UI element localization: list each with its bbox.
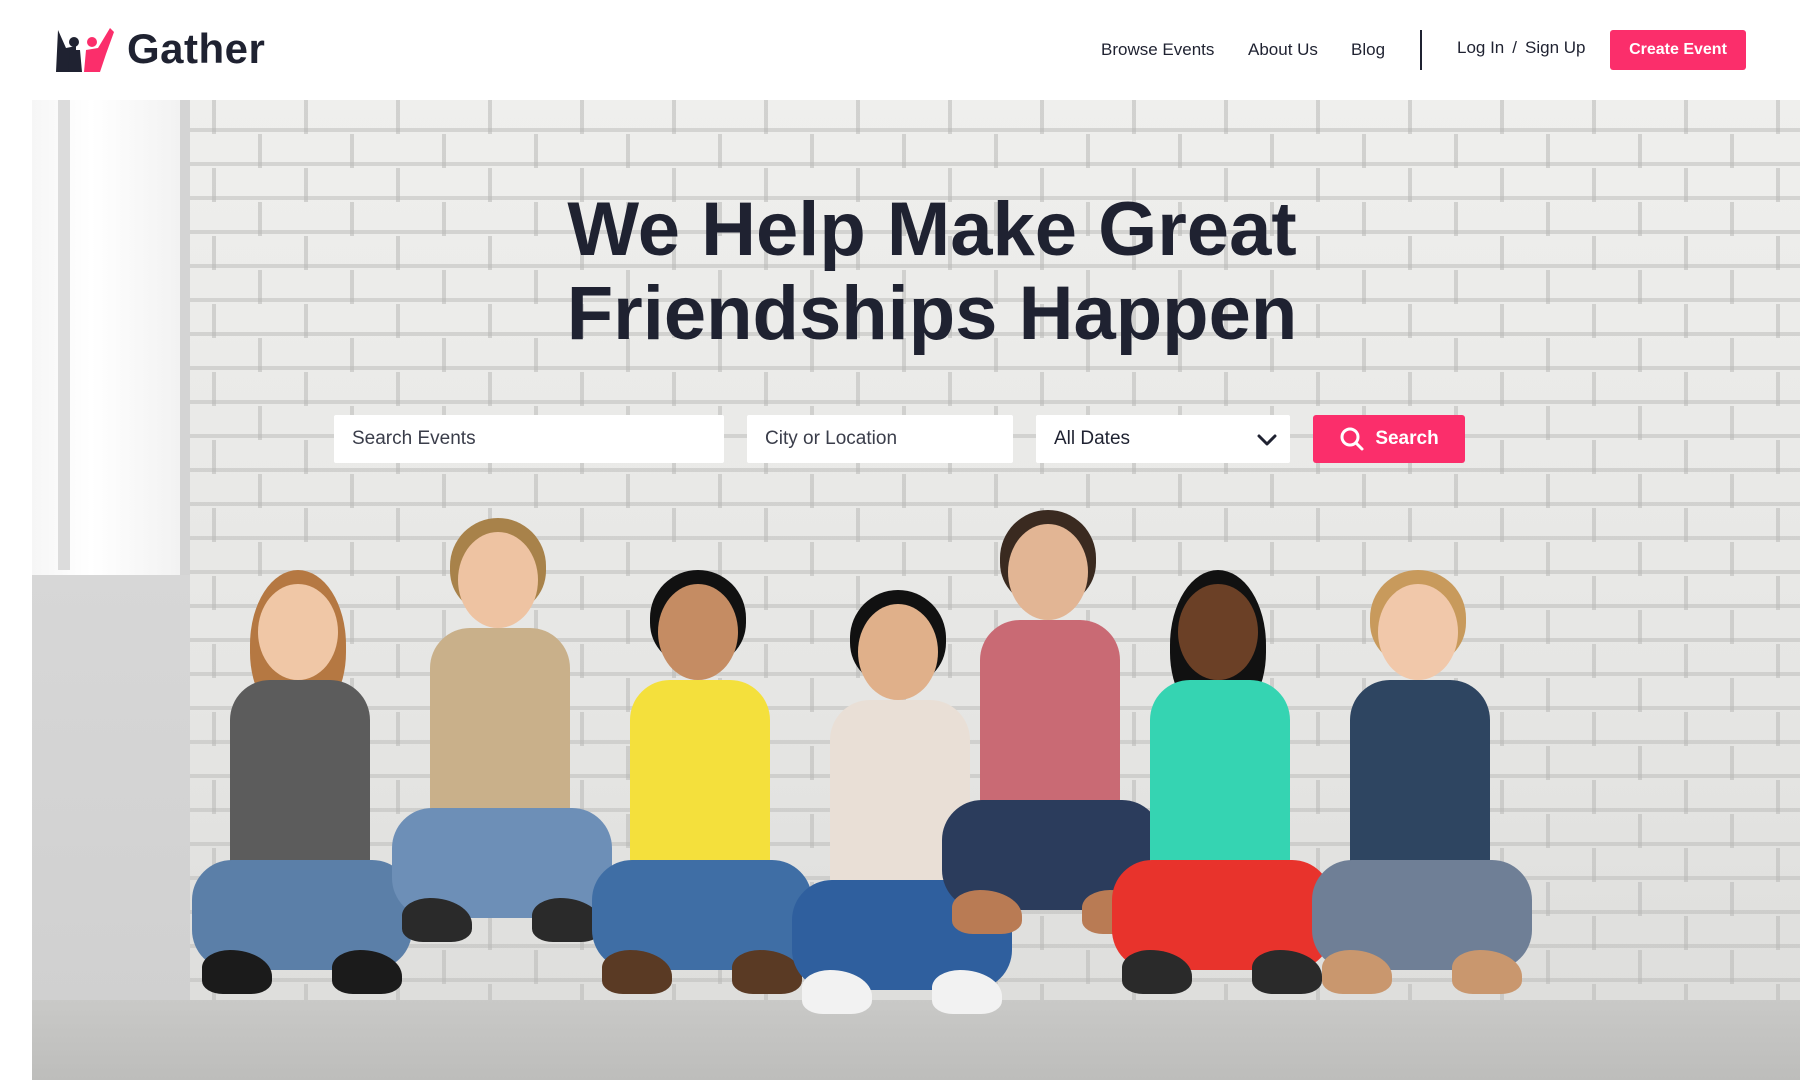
window xyxy=(32,100,190,575)
login-link[interactable]: Log In xyxy=(1457,38,1504,57)
headline-line-2: Friendships Happen xyxy=(566,271,1298,356)
person-figure xyxy=(192,510,412,1080)
create-event-button[interactable]: Create Event xyxy=(1610,30,1746,70)
date-select[interactable]: All Dates xyxy=(1036,415,1290,463)
top-nav: Gather Browse Events About Us Blog Log I… xyxy=(0,0,1800,100)
search-button[interactable]: Search xyxy=(1313,415,1465,463)
people-raising-hands-icon xyxy=(56,28,114,72)
search-icon xyxy=(1340,427,1364,451)
location-input[interactable] xyxy=(747,415,1013,463)
person-figure xyxy=(1312,510,1532,1080)
nav-browse-events[interactable]: Browse Events xyxy=(1101,40,1214,60)
hero-section: We Help Make Great Friendships Happen Al… xyxy=(32,100,1800,1080)
date-select-value: All Dates xyxy=(1054,428,1131,449)
brand-logo[interactable]: Gather xyxy=(54,24,265,74)
person-figure xyxy=(592,510,812,1080)
search-button-label: Search xyxy=(1375,428,1439,449)
nav-about-us[interactable]: About Us xyxy=(1248,40,1318,60)
brand-name: Gather xyxy=(127,25,266,72)
nav-blog[interactable]: Blog xyxy=(1351,40,1385,60)
headline-line-1: We Help Make Great xyxy=(567,187,1297,272)
signup-link[interactable]: Sign Up xyxy=(1525,38,1585,57)
person-figure xyxy=(392,510,612,1080)
auth-links: Log In / Sign Up xyxy=(1457,38,1585,58)
hero-headline: We Help Make Great Friendships Happen xyxy=(332,188,1532,356)
nav-divider xyxy=(1420,30,1422,70)
search-events-input[interactable] xyxy=(334,415,724,463)
person-figure xyxy=(1112,510,1332,1080)
chevron-down-icon xyxy=(1257,434,1277,446)
auth-separator: / xyxy=(1512,38,1517,57)
